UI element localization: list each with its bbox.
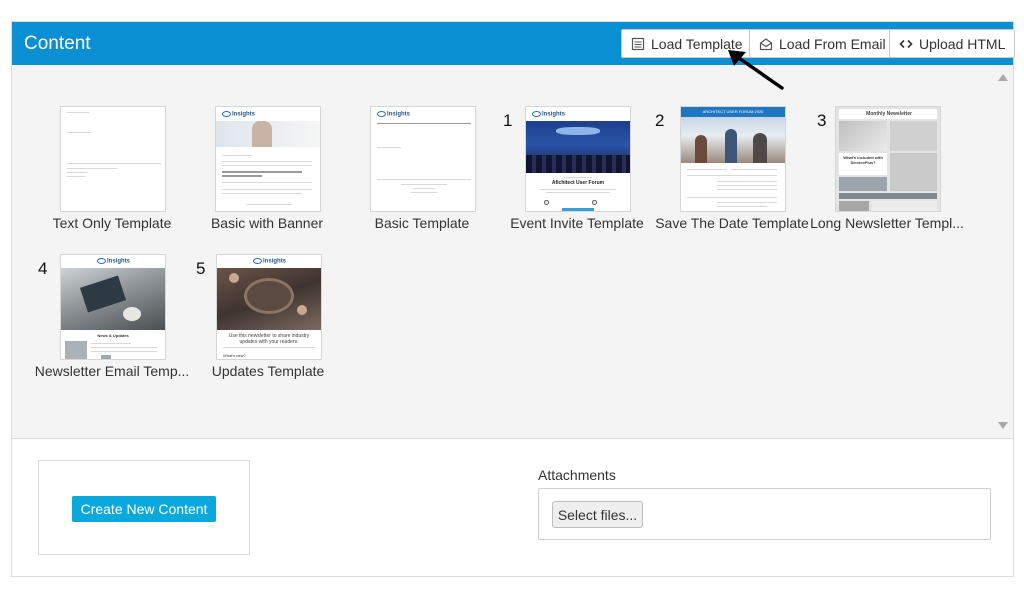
select-files-button[interactable]: Select files... xyxy=(552,501,643,528)
monthly-newsletter-text: Monthly Newsletter xyxy=(839,109,937,119)
load-from-email-label: Load From Email xyxy=(779,35,886,52)
template-thumbnail xyxy=(60,106,166,212)
template-thumbnail: ARCHITECT USER FORUM 2020 xyxy=(680,106,786,212)
insights-logo: Insights xyxy=(532,111,565,118)
content-header: Content Load Template Load From Email Up xyxy=(12,22,1016,65)
insights-logo: Insights xyxy=(253,258,286,265)
gallery-scrollbar[interactable] xyxy=(993,65,1013,438)
create-new-content-button[interactable]: Create New Content xyxy=(72,496,216,522)
whats-new-text: What's new? xyxy=(223,353,246,358)
attachments-dropzone[interactable]: Select files... xyxy=(538,488,991,540)
scroll-up-arrow-icon[interactable] xyxy=(998,74,1008,81)
template-icon xyxy=(631,37,645,50)
save-date-banner-text: ARCHITECT USER FORUM 2020 xyxy=(681,107,785,117)
template-thumbnail: Monthly Newsletter What's included with … xyxy=(835,106,941,212)
code-icon xyxy=(899,39,913,48)
template-number: 2 xyxy=(655,111,665,130)
insights-logo: Insights xyxy=(377,111,410,118)
template-label: Basic with Banner xyxy=(210,215,324,231)
template-label: Updates Template xyxy=(211,363,325,379)
upload-html-button[interactable]: Upload HTML xyxy=(889,29,1016,58)
template-thumbnail: Insights Afichitect User Forum xyxy=(525,106,631,212)
insights-logo: Insights xyxy=(222,111,255,118)
template-number: 5 xyxy=(196,259,206,278)
template-label: Basic Template xyxy=(374,215,470,231)
content-panel: Content Load Template Load From Email Up xyxy=(11,21,1016,577)
whats-included-text: What's included with ServicePlus? xyxy=(839,153,887,175)
pointer-arrow-icon xyxy=(728,50,784,90)
insights-logo: Insights xyxy=(97,258,130,265)
upload-html-label: Upload HTML xyxy=(919,35,1006,52)
template-thumbnail: Insights xyxy=(215,106,321,212)
page-title: Content xyxy=(24,33,91,54)
event-title-text: Afichitect User Forum xyxy=(551,180,605,186)
template-number: 4 xyxy=(38,259,48,278)
template-thumbnail: Insights News & Updates xyxy=(60,254,166,360)
news-updates-text: News & Updates xyxy=(97,333,129,338)
template-label: Text Only Template xyxy=(52,215,172,231)
template-label: Long Newsletter Templ... xyxy=(810,215,964,231)
template-label: Event Invite Template xyxy=(510,215,644,231)
template-label: Save The Date Template xyxy=(655,215,809,231)
template-thumbnail: Insights Use this newsletter to share in… xyxy=(216,254,322,360)
template-label: Newsletter Email Temp... xyxy=(34,363,190,379)
template-thumbnail: Insights xyxy=(370,106,476,212)
template-gallery: Text Only Template Insights Basic with B… xyxy=(12,65,1013,439)
attachments-label: Attachments xyxy=(538,467,616,483)
template-number: 3 xyxy=(817,111,827,130)
create-content-box: Create New Content xyxy=(38,460,250,555)
template-number: 1 xyxy=(503,111,513,130)
scroll-down-arrow-icon[interactable] xyxy=(998,422,1008,429)
updates-intro-text: Use this newsletter to share industry up… xyxy=(228,333,310,345)
